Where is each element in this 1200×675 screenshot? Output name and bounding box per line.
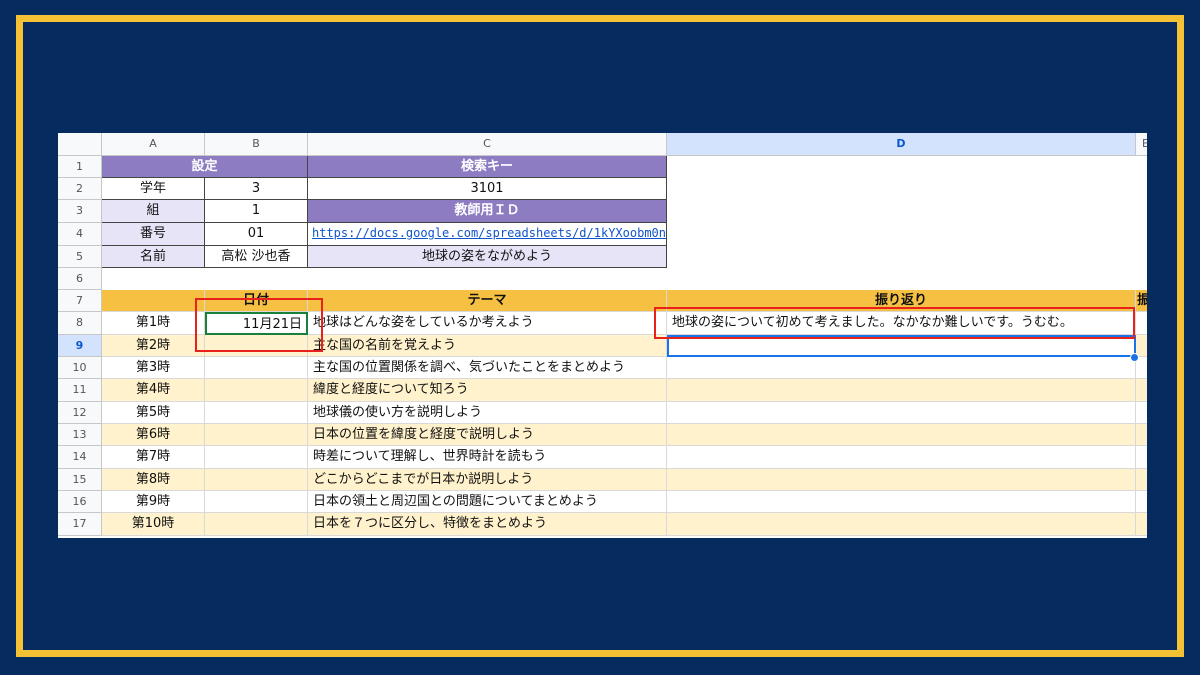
extra-cell[interactable] — [1136, 312, 1147, 335]
theme-cell[interactable]: 地球はどんな姿をしているか考えよう — [308, 312, 667, 335]
date-cell[interactable] — [205, 402, 308, 424]
period-cell[interactable]: 第10時 — [102, 513, 205, 536]
extra-cell[interactable] — [1136, 513, 1147, 536]
theme-cell[interactable]: 日本を７つに区分し、特徴をまとめよう — [308, 513, 667, 536]
theme-cell[interactable]: どこからどこまでが日本か説明しよう — [308, 469, 667, 491]
unit-title[interactable]: 地球の姿をながめよう — [308, 246, 667, 268]
grade-value[interactable]: 3 — [205, 178, 308, 200]
name-value[interactable]: 高松 沙也香 — [205, 246, 308, 268]
reflection-cell[interactable] — [667, 402, 1136, 424]
period-cell[interactable]: 第3時 — [102, 357, 205, 379]
extra-header[interactable]: 振 — [1136, 290, 1147, 312]
row-header-3[interactable]: 3 — [58, 200, 102, 223]
extra-cell[interactable] — [1136, 379, 1147, 402]
search-key-value[interactable]: 3101 — [308, 178, 667, 200]
period-cell[interactable]: 第1時 — [102, 312, 205, 335]
extra-cell[interactable] — [1136, 446, 1147, 469]
row-header-7[interactable]: 7 — [58, 290, 102, 312]
date-cell[interactable] — [205, 469, 308, 491]
row-header-1[interactable]: 1 — [58, 156, 102, 178]
row-header-15[interactable]: 15 — [58, 469, 102, 491]
number-value[interactable]: 01 — [205, 223, 308, 246]
period-header[interactable] — [102, 290, 205, 312]
class-label[interactable]: 組 — [102, 200, 205, 223]
row-header-10[interactable]: 10 — [58, 357, 102, 379]
row-header-14[interactable]: 14 — [58, 446, 102, 469]
period-cell[interactable]: 第9時 — [102, 491, 205, 513]
row-header-16[interactable]: 16 — [58, 491, 102, 513]
column-header-a[interactable]: A — [102, 133, 205, 156]
column-header-d[interactable]: D — [667, 133, 1136, 156]
teacher-id-header[interactable]: 教師用ＩＤ — [308, 200, 667, 223]
theme-cell[interactable]: 主な国の位置関係を調べ、気づいたことをまとめよう — [308, 357, 667, 379]
grade-label[interactable]: 学年 — [102, 178, 205, 200]
settings-header[interactable]: 設定 — [102, 156, 308, 178]
theme-cell[interactable]: 地球儀の使い方を説明しよう — [308, 402, 667, 424]
theme-cell[interactable]: 日本の領土と周辺国との問題についてまとめよう — [308, 491, 667, 513]
reflection-cell[interactable] — [667, 446, 1136, 469]
theme-cell[interactable]: 日本の位置を緯度と経度で説明しよう — [308, 424, 667, 446]
teacher-sheet-link[interactable]: https://docs.google.com/spreadsheets/d/1… — [312, 226, 666, 240]
row-header-8[interactable]: 8 — [58, 312, 102, 335]
reflection-cell[interactable] — [667, 357, 1136, 379]
date-highlight-box — [195, 298, 323, 352]
row-header-13[interactable]: 13 — [58, 424, 102, 446]
period-cell[interactable]: 第7時 — [102, 446, 205, 469]
date-cell[interactable] — [205, 357, 308, 379]
reflection-cell[interactable] — [667, 469, 1136, 491]
theme-cell[interactable]: 時差について理解し、世界時計を読もう — [308, 446, 667, 469]
reflection-highlight-box — [654, 307, 1135, 339]
row-header-12[interactable]: 12 — [58, 402, 102, 424]
reflection-cell[interactable] — [667, 424, 1136, 446]
number-label[interactable]: 番号 — [102, 223, 205, 246]
row-header-17[interactable]: 17 — [58, 513, 102, 536]
period-cell[interactable]: 第4時 — [102, 379, 205, 402]
row-header-6[interactable]: 6 — [58, 268, 102, 290]
corner-select-all[interactable] — [58, 133, 102, 156]
column-header-c[interactable]: C — [308, 133, 667, 156]
reflection-cell[interactable] — [667, 513, 1136, 536]
theme-header[interactable]: テーマ — [308, 290, 667, 312]
period-cell[interactable]: 第5時 — [102, 402, 205, 424]
name-label[interactable]: 名前 — [102, 246, 205, 268]
period-cell[interactable]: 第2時 — [102, 335, 205, 357]
theme-cell[interactable]: 緯度と経度について知ろう — [308, 379, 667, 402]
class-value[interactable]: 1 — [205, 200, 308, 223]
selection-fill-handle[interactable] — [1130, 353, 1139, 362]
row-header-4[interactable]: 4 — [58, 223, 102, 246]
reflection-cell[interactable] — [667, 491, 1136, 513]
reflection-cell[interactable] — [667, 379, 1136, 402]
theme-cell[interactable]: 主な国の名前を覚えよう — [308, 335, 667, 357]
row-header-9[interactable]: 9 — [58, 335, 102, 357]
row-header-5[interactable]: 5 — [58, 246, 102, 268]
column-header-e[interactable]: E — [1136, 133, 1147, 156]
date-cell[interactable] — [205, 379, 308, 402]
extra-cell[interactable] — [1136, 469, 1147, 491]
date-cell[interactable] — [205, 513, 308, 536]
search-key-header[interactable]: 検索キー — [308, 156, 667, 178]
period-cell[interactable]: 第6時 — [102, 424, 205, 446]
period-cell[interactable]: 第8時 — [102, 469, 205, 491]
extra-cell[interactable] — [1136, 491, 1147, 513]
teacher-sheet-link-cell[interactable]: https://docs.google.com/spreadsheets/d/1… — [308, 223, 667, 246]
date-cell[interactable] — [205, 424, 308, 446]
date-cell[interactable] — [205, 491, 308, 513]
date-cell[interactable] — [205, 446, 308, 469]
row-header-2[interactable]: 2 — [58, 178, 102, 200]
extra-cell[interactable] — [1136, 424, 1147, 446]
extra-cell[interactable] — [1136, 402, 1147, 424]
row-header-11[interactable]: 11 — [58, 379, 102, 402]
column-header-b[interactable]: B — [205, 133, 308, 156]
